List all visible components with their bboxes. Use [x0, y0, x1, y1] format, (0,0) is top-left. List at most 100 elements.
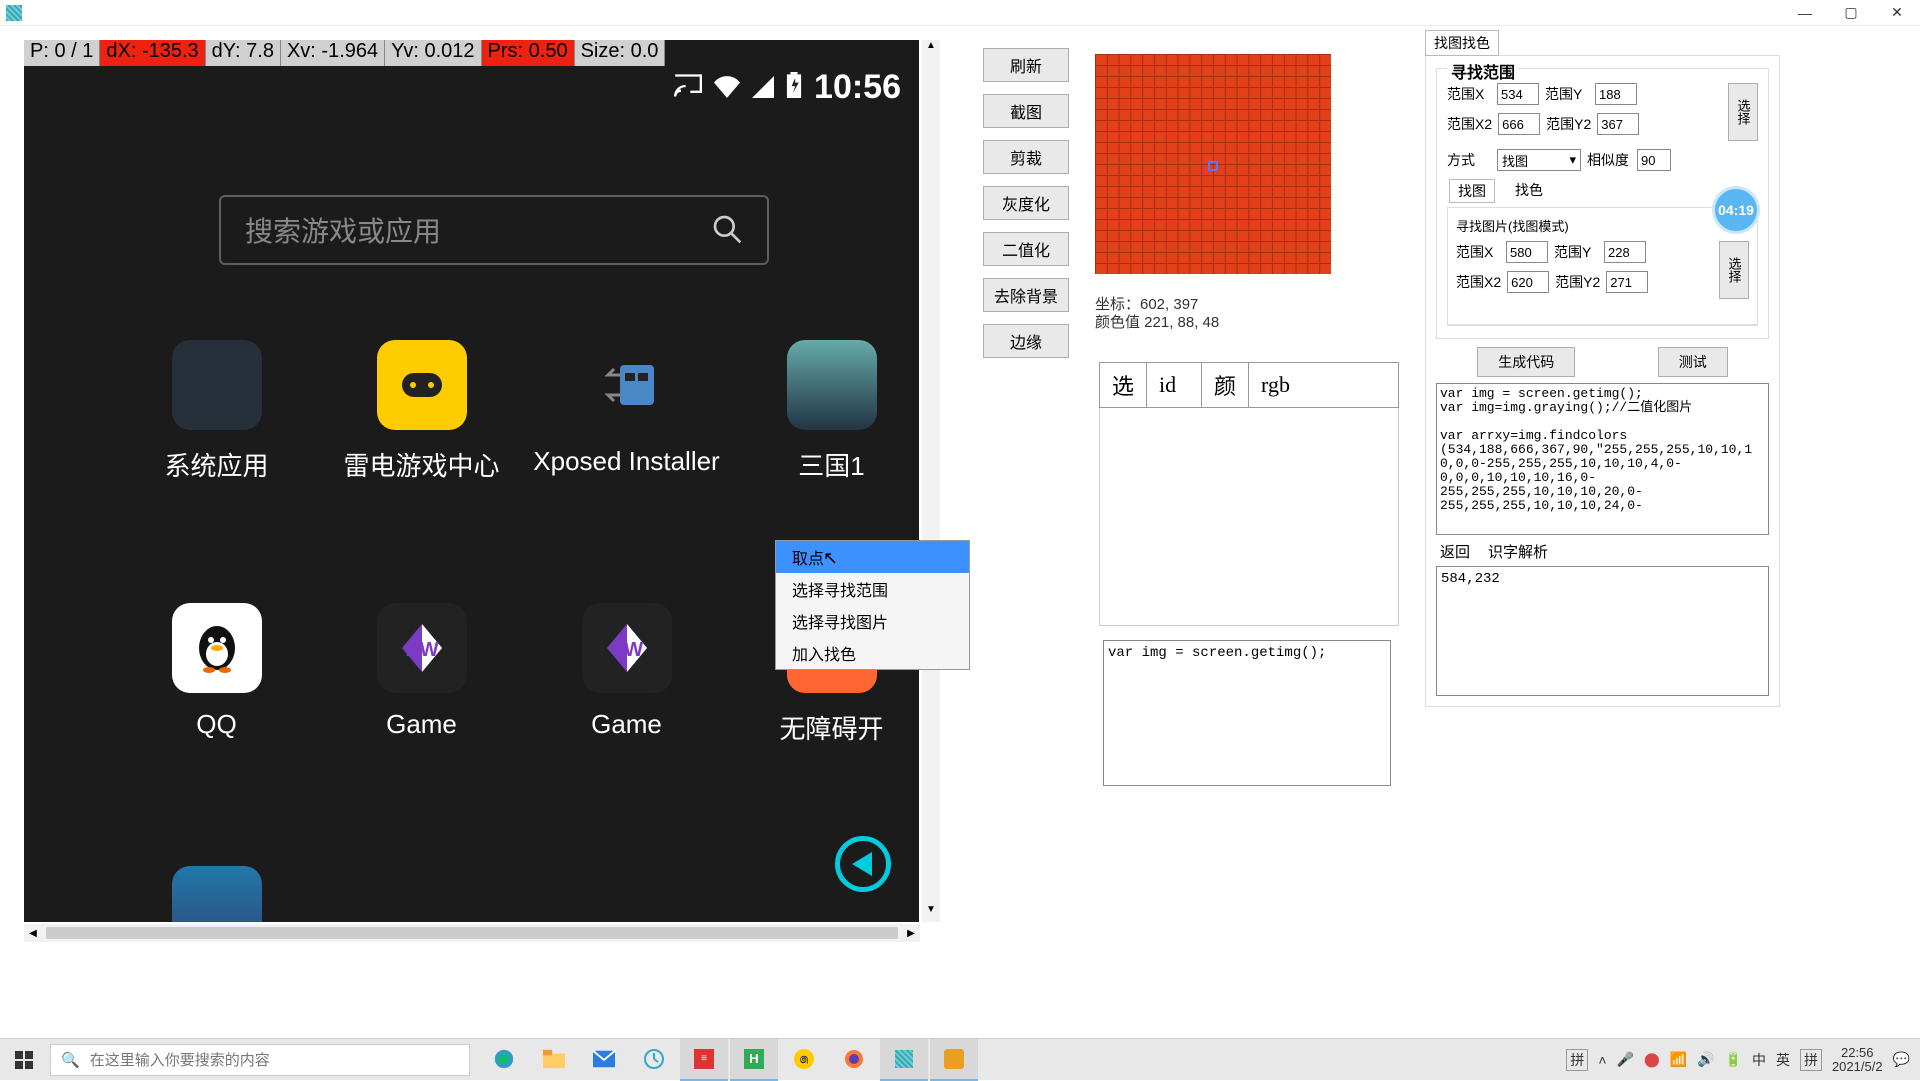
search-icon [711, 213, 743, 248]
signal-icon [752, 68, 774, 107]
generated-code-area[interactable]: var img = screen.getimg(); var img=img.g… [1436, 383, 1769, 535]
subtab-findcolor[interactable]: 找色 [1507, 179, 1551, 203]
pic-x2-input[interactable] [1507, 271, 1549, 293]
ime-cn[interactable]: 中 [1752, 1050, 1766, 1070]
app-sanguo[interactable]: 三国1 [729, 340, 919, 483]
snippet-editor[interactable]: var img = screen.getimg(); [1103, 640, 1391, 786]
maximize-button[interactable]: ▢ [1828, 0, 1874, 26]
taskbar-apps: ≡ H ෧ [480, 1039, 978, 1081]
col-rgb[interactable]: rgb [1249, 363, 1399, 408]
tray-volume-icon[interactable]: 🔊 [1697, 1051, 1714, 1068]
find-image-group: 寻找图片(找图模式) 范围X范围Y 范围X2范围Y2 选择 [1447, 207, 1758, 326]
screen-stage: 10:56 搜索游戏或应用 系统应用 雷电游戏中心 Xposed Install… [24, 40, 940, 942]
ctxmenu-select-image[interactable]: 选择寻找图片 [776, 605, 969, 637]
tab-findimage[interactable]: 找图找色 [1425, 30, 1499, 56]
app-system[interactable]: 系统应用 [114, 340, 319, 483]
taskbar-clock[interactable]: 22:562021/5/2 [1832, 1046, 1883, 1074]
app-mengzhong[interactable]: 盟重英雄 [114, 866, 319, 922]
notifications-icon[interactable]: 💬 [1893, 1051, 1910, 1068]
find-image-tip: 寻找图片(找图模式) [1456, 216, 1749, 235]
binarize-button[interactable]: 二值化 [983, 232, 1069, 266]
range-y-input[interactable] [1595, 83, 1637, 105]
app-ldgame[interactable]: 雷电游戏中心 [319, 340, 524, 483]
ocr-label: 识字解析 [1488, 541, 1548, 562]
pixel-zoom-preview[interactable] [1095, 54, 1331, 274]
overlay-xv: Xv: -1.964 [281, 40, 385, 66]
system-tray: 拼 ˄ 🎤 ⬤ 📶 🔊 🔋 中 英 拼 22:562021/5/2 💬 [1566, 1046, 1920, 1074]
select-range-button[interactable]: 选择 [1728, 83, 1758, 141]
generate-code-button[interactable]: 生成代码 [1477, 347, 1575, 377]
floating-timer[interactable]: 04:19 [1712, 186, 1760, 234]
search-placeholder: 搜索游戏或应用 [245, 210, 711, 250]
similarity-input[interactable] [1637, 149, 1671, 171]
ime-indicator[interactable]: 拼 [1566, 1049, 1588, 1071]
color-points-body[interactable] [1099, 408, 1399, 626]
overlay-dx: dX: -135.3 [100, 40, 205, 66]
taskbar-app-mail[interactable] [580, 1039, 628, 1081]
start-button[interactable] [0, 1039, 48, 1081]
ime-indicator-2[interactable]: 拼 [1800, 1049, 1822, 1071]
taskbar-app-explorer[interactable] [530, 1039, 578, 1081]
col-id[interactable]: id [1147, 363, 1202, 408]
close-button[interactable]: ✕ [1874, 0, 1920, 26]
range-x2-input[interactable] [1498, 113, 1540, 135]
pic-x-input[interactable] [1506, 241, 1548, 263]
pic-y-input[interactable] [1604, 241, 1646, 263]
minimize-button[interactable]: — [1782, 0, 1828, 26]
device-back-button[interactable] [835, 836, 891, 892]
edge-button[interactable]: 边缘 [983, 324, 1069, 358]
device-screen[interactable]: 10:56 搜索游戏或应用 系统应用 雷电游戏中心 Xposed Install… [24, 40, 919, 922]
pic-y2-input[interactable] [1606, 271, 1648, 293]
refresh-button[interactable]: 刷新 [983, 48, 1069, 82]
taskbar-app-this[interactable] [880, 1039, 928, 1081]
taskbar-app-gold[interactable] [930, 1039, 978, 1081]
select-pic-range-button[interactable]: 选择 [1719, 241, 1749, 299]
result-area[interactable]: 584,232 [1436, 566, 1769, 696]
tray-mic-icon[interactable]: 🎤 [1617, 1051, 1634, 1068]
battery-charging-icon [786, 68, 802, 107]
device-search-box[interactable]: 搜索游戏或应用 [219, 195, 769, 265]
taskbar-app-red[interactable]: ≡ [680, 1039, 728, 1081]
stage-scrollbar-horizontal[interactable]: ◀▶ [24, 924, 920, 942]
subtab-findimage[interactable]: 找图 [1449, 179, 1495, 203]
ctxmenu-add-findcolor[interactable]: 加入找色 [776, 637, 969, 669]
stage-scrollbar-vertical[interactable]: ▲▼ [922, 40, 940, 922]
search-icon: 🔍 [61, 1051, 80, 1069]
taskbar-app-firefox[interactable] [830, 1039, 878, 1081]
taskbar-app-clock[interactable] [630, 1039, 678, 1081]
tray-battery-icon[interactable]: 🔋 [1725, 1051, 1742, 1068]
method-select[interactable]: 找图▾ [1497, 149, 1581, 171]
range-x-input[interactable] [1497, 83, 1539, 105]
col-select[interactable]: 选 [1100, 363, 1147, 408]
range-y2-input[interactable] [1597, 113, 1639, 135]
taskbar-app-h[interactable]: H [730, 1039, 778, 1081]
overlay-p: P: 0 / 1 [24, 40, 100, 66]
taskbar-app-edge[interactable] [480, 1039, 528, 1081]
tray-chevron-up-icon[interactable]: ˄ [1598, 1052, 1606, 1068]
pixel-coord: 坐标：602, 397 [1095, 296, 1219, 314]
app-xposed[interactable]: Xposed Installer [524, 340, 729, 483]
wifi-icon [714, 68, 740, 107]
color-points-table: 选 id 颜 rgb [1099, 362, 1399, 408]
cast-icon [674, 68, 702, 107]
col-color[interactable]: 颜 [1202, 363, 1249, 408]
device-status-bar: 10:56 [674, 68, 901, 107]
tray-security-icon[interactable]: ⬤ [1644, 1051, 1660, 1068]
ime-lang[interactable]: 英 [1776, 1050, 1790, 1070]
taskbar-app-yellow[interactable]: ෧ [780, 1039, 828, 1081]
grayscale-button[interactable]: 灰度化 [983, 186, 1069, 220]
tray-wifi-icon[interactable]: 📶 [1670, 1051, 1687, 1068]
app-qq[interactable]: QQ [114, 603, 319, 746]
chevron-down-icon: ▾ [1569, 152, 1576, 168]
crop-button[interactable]: 剪裁 [983, 140, 1069, 174]
test-button[interactable]: 测试 [1658, 347, 1728, 377]
app-game-sw[interactable]: SWGame [524, 603, 729, 746]
svg-text:SW: SW [610, 639, 642, 661]
screenshot-button[interactable]: 截图 [983, 94, 1069, 128]
app-game-hw[interactable]: HWGame [319, 603, 524, 746]
ctxmenu-pick-point[interactable]: 取点 [776, 541, 969, 573]
touch-overlay: P: 0 / 1 dX: -135.3 dY: 7.8 Xv: -1.964 Y… [24, 40, 920, 66]
ctxmenu-select-range[interactable]: 选择寻找范围 [776, 573, 969, 605]
removebg-button[interactable]: 去除背景 [983, 278, 1069, 312]
taskbar-search[interactable]: 🔍 在这里输入你要搜索的内容 [50, 1044, 470, 1076]
